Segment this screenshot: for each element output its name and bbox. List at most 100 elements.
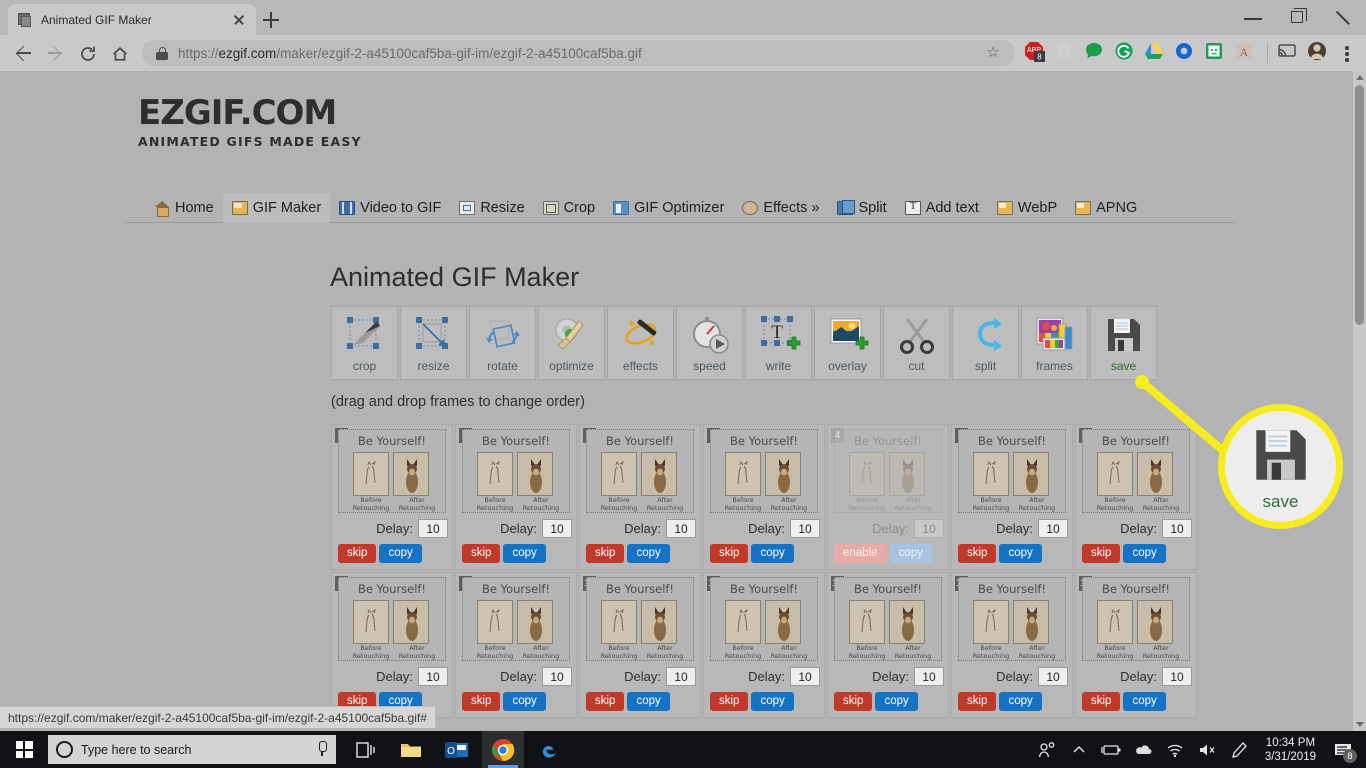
adblock-icon[interactable]: ABP 8 [1021, 38, 1051, 68]
notification-center-icon[interactable]: 8 [1326, 731, 1360, 768]
frame-thumbnail[interactable]: Be Yourself! Before Retouching After Ret… [834, 429, 942, 513]
nav-item-resize[interactable]: Resize [450, 193, 533, 223]
frame-thumbnail[interactable]: Be Yourself! Before Retouching After Ret… [462, 429, 570, 513]
copy-button[interactable]: copy [999, 544, 1042, 563]
delay-input[interactable]: 10 [914, 519, 944, 538]
microphone-icon[interactable] [316, 741, 328, 758]
frame-card[interactable]: 13 Be Yourself! Before Retouching After … [951, 572, 1073, 718]
nav-item-gif-optimizer[interactable]: GIF Optimizer [604, 193, 733, 223]
chat-bubble-icon[interactable] [1081, 38, 1111, 68]
nav-item-crop[interactable]: Crop [534, 193, 604, 223]
frame-card[interactable]: 3 Be Yourself! Before Retouching After R… [455, 424, 577, 570]
skip-button[interactable]: skip [338, 544, 377, 563]
delay-input[interactable]: 10 [790, 667, 820, 686]
start-button[interactable] [0, 731, 48, 768]
reload-icon[interactable] [72, 38, 104, 68]
blue-ring-icon[interactable] [1171, 38, 1201, 68]
cast-icon[interactable] [1274, 38, 1304, 68]
pen-icon[interactable] [1223, 731, 1255, 768]
home-icon[interactable] [104, 38, 136, 68]
copy-button[interactable]: copy [503, 544, 546, 563]
copy-button[interactable]: copy [627, 544, 670, 563]
browser-tab[interactable]: Animated GIF Maker [8, 4, 256, 35]
tool-crop[interactable]: crop [331, 306, 398, 380]
frame-thumbnail[interactable]: Be Yourself! Before Retouching After Ret… [958, 429, 1066, 513]
frame-thumbnail[interactable]: Be Yourself! Before Retouching After Ret… [586, 429, 694, 513]
tool-frames[interactable]: frames [1021, 306, 1088, 380]
frame-card[interactable]: 10 Be Yourself! Before Retouching After … [579, 572, 701, 718]
delay-input[interactable]: 10 [542, 519, 572, 538]
minimize-button[interactable] [1231, 0, 1276, 35]
delay-input[interactable]: 10 [790, 519, 820, 538]
onedrive-icon[interactable] [1127, 731, 1159, 768]
google-drive-icon[interactable] [1141, 38, 1171, 68]
skip-button[interactable]: skip [586, 692, 625, 711]
copy-button[interactable]: copy [875, 692, 918, 711]
enable-button[interactable]: enable [834, 544, 887, 563]
copy-button[interactable]: copy [999, 692, 1042, 711]
nav-item-split[interactable]: Split [828, 193, 895, 223]
frame-thumbnail[interactable]: Be Yourself! Before Retouching After Ret… [338, 429, 446, 513]
skip-button[interactable]: skip [462, 544, 501, 563]
frame-thumbnail[interactable]: Be Yourself! Before Retouching After Ret… [710, 429, 818, 513]
chrome-icon[interactable] [482, 731, 524, 768]
frame-thumbnail[interactable]: Be Yourself! Before Retouching After Ret… [834, 577, 942, 661]
frame-card-disabled[interactable]: 4 Be Yourself! Before Retouching After R… [827, 424, 949, 570]
skip-button[interactable]: skip [462, 692, 501, 711]
copy-button[interactable]: copy [627, 692, 670, 711]
frame-card[interactable]: 12 Be Yourself! Before Retouching After … [827, 572, 949, 718]
skip-button[interactable]: skip [710, 692, 749, 711]
frame-card[interactable]: 8 Be Yourself! Before Retouching After R… [331, 572, 453, 718]
scrollbar-thumb[interactable] [1355, 85, 1364, 325]
skip-button[interactable]: skip [958, 544, 997, 563]
frame-card[interactable]: 6 Be Yourself! Before Retouching After R… [1075, 424, 1197, 570]
volume-muted-icon[interactable] [1191, 731, 1223, 768]
nav-item-video-to-gif[interactable]: Video to GIF [330, 193, 450, 223]
taskbar-clock[interactable]: 10:34 PM 3/31/2019 [1255, 736, 1326, 764]
skip-button[interactable]: skip [1082, 692, 1121, 711]
delay-input[interactable]: 10 [542, 667, 572, 686]
tool-split[interactable]: split [952, 306, 1019, 380]
frame-thumbnail[interactable]: Be Yourself! Before Retouching After Ret… [1082, 429, 1190, 513]
frame-card[interactable]: 1 Be Yourself! Before Retouching After R… [331, 424, 453, 570]
copy-button[interactable]: copy [1123, 544, 1166, 563]
back-icon[interactable] [8, 38, 40, 68]
skip-button[interactable]: skip [586, 544, 625, 563]
frame-thumbnail[interactable]: Be Yourself! Before Retouching After Ret… [1082, 577, 1190, 661]
tool-optimize[interactable]: optimize [538, 306, 605, 380]
tool-speed[interactable]: speed [676, 306, 743, 380]
tool-resize[interactable]: resize [400, 306, 467, 380]
nav-item-effects[interactable]: Effects » [733, 193, 828, 223]
wifi-icon[interactable] [1159, 731, 1191, 768]
frame-card[interactable]: 7 Be Yourself! Before Retouching After R… [579, 424, 701, 570]
window-close-button[interactable] [1321, 0, 1366, 35]
nav-item-add-text[interactable]: Add text [896, 193, 988, 223]
frame-thumbnail[interactable]: Be Yourself! Before Retouching After Ret… [462, 577, 570, 661]
page-scrollbar[interactable] [1353, 71, 1366, 731]
delay-input[interactable]: 10 [418, 667, 448, 686]
skip-button[interactable]: skip [710, 544, 749, 563]
delay-input[interactable]: 10 [1162, 519, 1192, 538]
scroll-up-icon[interactable] [1356, 75, 1364, 80]
delay-input[interactable]: 10 [666, 667, 696, 686]
copy-button[interactable]: copy [751, 692, 794, 711]
people-icon[interactable] [1031, 731, 1063, 768]
grammarly-icon[interactable] [1111, 38, 1141, 68]
tool-cut[interactable]: cut [883, 306, 950, 380]
skip-button[interactable]: skip [834, 692, 873, 711]
frame-thumbnail[interactable]: Be Yourself! Before Retouching After Ret… [958, 577, 1066, 661]
nav-item-gif-maker[interactable]: GIF Maker [222, 193, 331, 223]
copy-button[interactable]: copy [503, 692, 546, 711]
chrome-menu-icon[interactable] [1334, 38, 1360, 68]
delay-input[interactable]: 10 [1038, 519, 1068, 538]
delay-input[interactable]: 10 [418, 519, 448, 538]
circle-gray-icon[interactable] [1051, 38, 1081, 68]
frame-thumbnail[interactable]: Be Yourself! Before Retouching After Ret… [710, 577, 818, 661]
taskbar-search-box[interactable]: Type here to search [48, 735, 336, 764]
site-logo[interactable]: EZGIF.COM ANIMATED GIFS MADE EASY [138, 96, 362, 149]
bookmark-star-icon[interactable]: ☆ [985, 45, 1001, 61]
copy-button[interactable]: copy [751, 544, 794, 563]
frame-card[interactable]: 14 Be Yourself! Before Retouching After … [1075, 572, 1197, 718]
task-view-icon[interactable] [344, 731, 386, 768]
tool-effects[interactable]: effects [607, 306, 674, 380]
